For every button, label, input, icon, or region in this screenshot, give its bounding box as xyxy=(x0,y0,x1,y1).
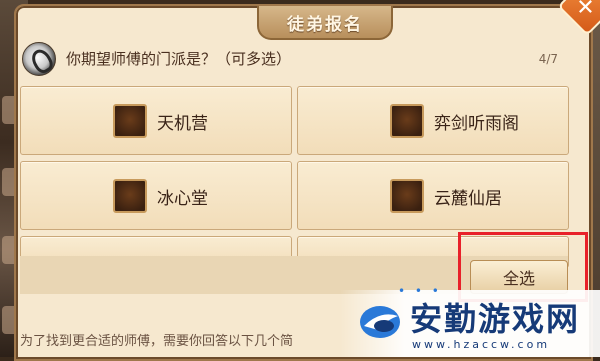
option-label: 冰心堂 xyxy=(157,189,208,209)
checkbox-icon[interactable] xyxy=(113,104,147,138)
checkbox-icon[interactable] xyxy=(113,179,147,213)
dialog-title: 徒弟报名 xyxy=(287,14,363,35)
checkbox-icon[interactable] xyxy=(390,104,424,138)
option-label: 弈剑听雨阁 xyxy=(434,114,519,134)
watermark-url: www.hzaccw.com xyxy=(412,338,551,351)
option-yijian[interactable]: 弈剑听雨阁 xyxy=(297,86,569,155)
question-text: 你期望师傅的门派是？（可多选） xyxy=(66,50,292,68)
option-tianjiying[interactable]: 天机营 xyxy=(20,86,292,155)
option-bingxintang[interactable]: 冰心堂 xyxy=(20,161,292,230)
question-progress: 4/7 xyxy=(538,52,558,66)
hint-text: 为了找到更合适的师傅，需要你回答以下几个简 xyxy=(20,334,294,349)
question-icon xyxy=(22,42,56,76)
option-label: 云麓仙居 xyxy=(434,189,502,209)
option-label: 天机营 xyxy=(157,114,208,134)
checkbox-icon[interactable] xyxy=(390,179,424,213)
site-logo-icon xyxy=(360,306,400,338)
watermark-title: 安勤游戏网 xyxy=(410,300,581,338)
dialog-title-tab: 徒弟报名 xyxy=(257,6,393,40)
option-yunlu[interactable]: 云麓仙居 xyxy=(297,161,569,230)
question-row: 你期望师傅的门派是？（可多选） 4/7 xyxy=(22,42,582,78)
close-icon: ✕ xyxy=(576,0,595,21)
